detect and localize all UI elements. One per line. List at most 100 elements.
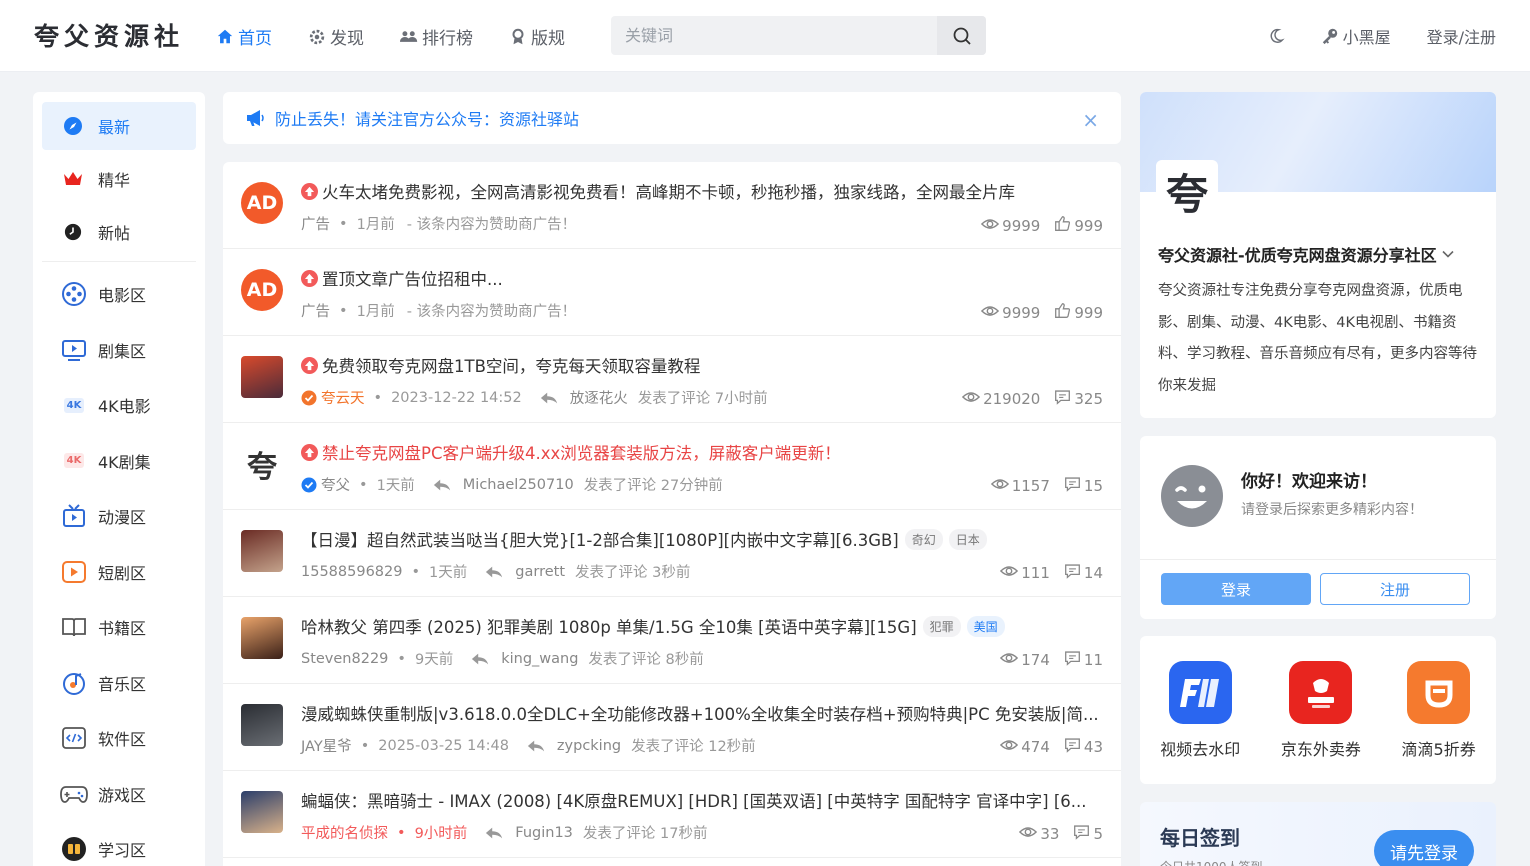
link-didi[interactable]: 滴滴5折券 <box>1402 661 1476 784</box>
post-row[interactable]: 夸 禁止夸克网盘PC客户端升级4.xx浏览器套装版方法，屏蔽客户端更新！ 夸父 • 1天… <box>223 423 1121 510</box>
zone-software[interactable]: 软件区 <box>42 714 196 762</box>
post-author[interactable]: JAY星爷 <box>301 735 352 756</box>
zone-books[interactable]: 书籍区 <box>42 603 196 651</box>
about-title-text: 夸父资源社-优质夸克网盘资源分享社区 <box>1158 246 1437 265</box>
post-author[interactable]: 夸云天 <box>301 387 365 408</box>
eye-icon <box>1000 564 1019 582</box>
reply-user[interactable]: 放逐花火 <box>570 387 628 408</box>
post-title[interactable]: 【日漫】超自然武装当哒当{胆大党}[1-2部合集][1080P][内嵌中文字幕]… <box>301 527 1101 551</box>
user-avatar[interactable] <box>241 704 283 746</box>
zone-movie[interactable]: 电影区 <box>42 270 196 318</box>
search-input[interactable] <box>611 16 937 55</box>
post-author[interactable]: 平成的名侦探 <box>301 822 388 843</box>
post-tag[interactable]: 犯罪 <box>922 615 961 637</box>
comment-count-value: 14 <box>1083 564 1103 582</box>
user-avatar[interactable]: 夸 <box>241 443 283 485</box>
checkin-subtitle: 今日共1000人签到 <box>1160 858 1263 866</box>
zone-short[interactable]: 短剧区 <box>42 548 196 596</box>
reply-user[interactable]: garrett <box>515 564 565 580</box>
login-register-link[interactable]: 登录/注册 <box>1427 24 1496 48</box>
login-button[interactable]: 登录 <box>1161 573 1311 605</box>
reply-user[interactable]: zypcking <box>557 738 621 754</box>
register-button[interactable]: 注册 <box>1320 573 1470 605</box>
post-title[interactable]: 漫威蜘蛛侠重制版|v3.618.0.0全DLC+全功能修改器+100%全收集全时… <box>301 701 1101 725</box>
post-row[interactable]: 免费领取夸克网盘1TB空间，夸克每天领取容量教程 夸云天 • 2023-12-22 1… <box>223 336 1121 423</box>
link-jd[interactable]: 京东外卖券 <box>1281 661 1361 784</box>
post-title[interactable]: 哈林教父 第四季 (2025) 犯罪美剧 1080p 单集/1.5G 全10集 … <box>301 614 1101 638</box>
post-row[interactable]: 漫威蜘蛛侠重制版|v3.618.0.0全DLC+全功能修改器+100%全收集全时… <box>223 684 1121 771</box>
post-extra: - 该条内容为赞助商广告！ <box>406 217 577 233</box>
comment-count-value: 5 <box>1093 825 1103 843</box>
close-icon[interactable]: × <box>1082 108 1099 132</box>
site-logo[interactable]: 夸父资源社 <box>34 17 184 53</box>
post-title[interactable]: 蝙蝠侠：黑暗骑士 - IMAX (2008) [4K原盘REMUX] [HDR]… <box>301 788 1101 812</box>
post-row[interactable]: 蝙蝠侠：黑暗骑士 - IMAX (2008) [4K原盘REMUX] [HDR]… <box>223 771 1121 858</box>
post-row[interactable]: 【日漫】超自然武装当哒当{胆大党}[1-2部合集][1080P][内嵌中文字幕]… <box>223 510 1121 597</box>
zone-4k-series-label: 4K剧集 <box>98 452 151 472</box>
like-count[interactable]: 999 <box>1054 215 1103 236</box>
post-title-text: 哈林教父 第四季 (2025) 犯罪美剧 1080p 单集/1.5G 全10集 … <box>301 618 917 637</box>
link-watermark[interactable]: 视频去水印 <box>1160 661 1240 784</box>
reply-user[interactable]: Fugin13 <box>515 825 573 841</box>
user-avatar[interactable] <box>241 791 283 833</box>
nav-ranking[interactable]: 排行榜 <box>400 24 473 49</box>
dark-mode-toggle[interactable] <box>1267 27 1285 45</box>
category-latest[interactable]: 最新 <box>42 102 196 150</box>
post-title[interactable]: 火车太堵免费影视，全网高清影视免费看！高峰期不卡顿，秒拖秒播，独家线路，全网最全… <box>301 179 1101 203</box>
post-row[interactable]: 哈林教父 第四季 (2025) 犯罪美剧 1080p 单集/1.5G 全10集 … <box>223 597 1121 684</box>
post-tag[interactable]: 美国 <box>966 615 1005 637</box>
nav-rules[interactable]: 版规 <box>509 24 565 49</box>
comment-icon <box>1073 824 1090 844</box>
reply-user[interactable]: king_wang <box>501 651 578 667</box>
comment-count[interactable]: 43 <box>1064 737 1103 757</box>
checkin-login-button[interactable]: 请先登录 <box>1374 830 1474 866</box>
reply-text: 发表了评论 27分钟前 <box>583 478 723 494</box>
post-author[interactable]: 15588596829 <box>301 564 402 580</box>
reply-text: 发表了评论 7小时前 <box>637 391 768 407</box>
nav-home[interactable]: 首页 <box>216 24 272 49</box>
user-avatar[interactable] <box>241 530 283 572</box>
post-tag[interactable]: 日本 <box>948 528 987 550</box>
post-author[interactable]: Steven8229 <box>301 651 388 667</box>
view-count: 9999 <box>981 302 1040 323</box>
category-new[interactable]: 新帖 <box>42 208 196 256</box>
reply-user[interactable]: Michael250710 <box>463 477 574 493</box>
like-count[interactable]: 999 <box>1054 302 1103 323</box>
nav-discover[interactable]: 发现 <box>308 24 364 49</box>
user-avatar[interactable] <box>241 617 283 659</box>
post-row[interactable]: AD 置顶文章广告位招租中... 广告 • 1月前 - 该条内容为赞助商广告！ 9999 99… <box>223 249 1121 336</box>
comment-count[interactable]: 14 <box>1064 563 1103 583</box>
zone-study[interactable]: 学习区 <box>42 825 196 866</box>
post-title[interactable]: 禁止夸克网盘PC客户端升级4.xx浏览器套装版方法，屏蔽客户端更新！ <box>301 440 1101 464</box>
post-author[interactable]: 夸父 <box>301 474 350 495</box>
zone-games[interactable]: 游戏区 <box>42 770 196 818</box>
megaphone-icon <box>247 110 264 126</box>
clock-icon <box>62 221 84 243</box>
search-button[interactable] <box>937 16 986 55</box>
about-title[interactable]: 夸父资源社-优质夸克网盘资源分享社区 <box>1158 242 1455 266</box>
view-count: 174 <box>1000 650 1050 670</box>
post-author[interactable]: 广告 <box>301 213 330 234</box>
zone-4k-series[interactable]: 4K 4K剧集 <box>42 437 196 485</box>
comment-count[interactable]: 5 <box>1073 824 1103 844</box>
zone-series[interactable]: 剧集区 <box>42 326 196 374</box>
post-row[interactable]: AD 火车太堵免费影视，全网高清影视免费看！高峰期不卡顿，秒拖秒播，独家线路，全网… <box>223 162 1121 249</box>
comment-count[interactable]: 15 <box>1064 476 1103 496</box>
zone-4k-movie[interactable]: 4K 4K电影 <box>42 381 196 429</box>
post-author[interactable]: 广告 <box>301 300 330 321</box>
comment-count[interactable]: 11 <box>1064 650 1103 670</box>
zone-music[interactable]: 音乐区 <box>42 659 196 707</box>
post-time: 2023-12-22 14:52 <box>391 389 522 406</box>
moon-icon <box>1270 28 1285 43</box>
reply-icon <box>485 565 503 579</box>
post-title[interactable]: 置顶文章广告位招租中... <box>301 266 1101 290</box>
category-featured[interactable]: 精华 <box>42 155 196 203</box>
post-stats: 9999 999 <box>981 215 1103 236</box>
zone-anime[interactable]: 动漫区 <box>42 492 196 540</box>
view-count-value: 9999 <box>1002 216 1041 235</box>
comment-count[interactable]: 325 <box>1054 389 1103 409</box>
blackroom-link[interactable]: 小黑屋 <box>1321 24 1391 48</box>
post-tag[interactable]: 奇幻 <box>904 528 943 550</box>
user-avatar[interactable] <box>241 356 283 398</box>
post-title[interactable]: 免费领取夸克网盘1TB空间，夸克每天领取容量教程 <box>301 353 1101 377</box>
